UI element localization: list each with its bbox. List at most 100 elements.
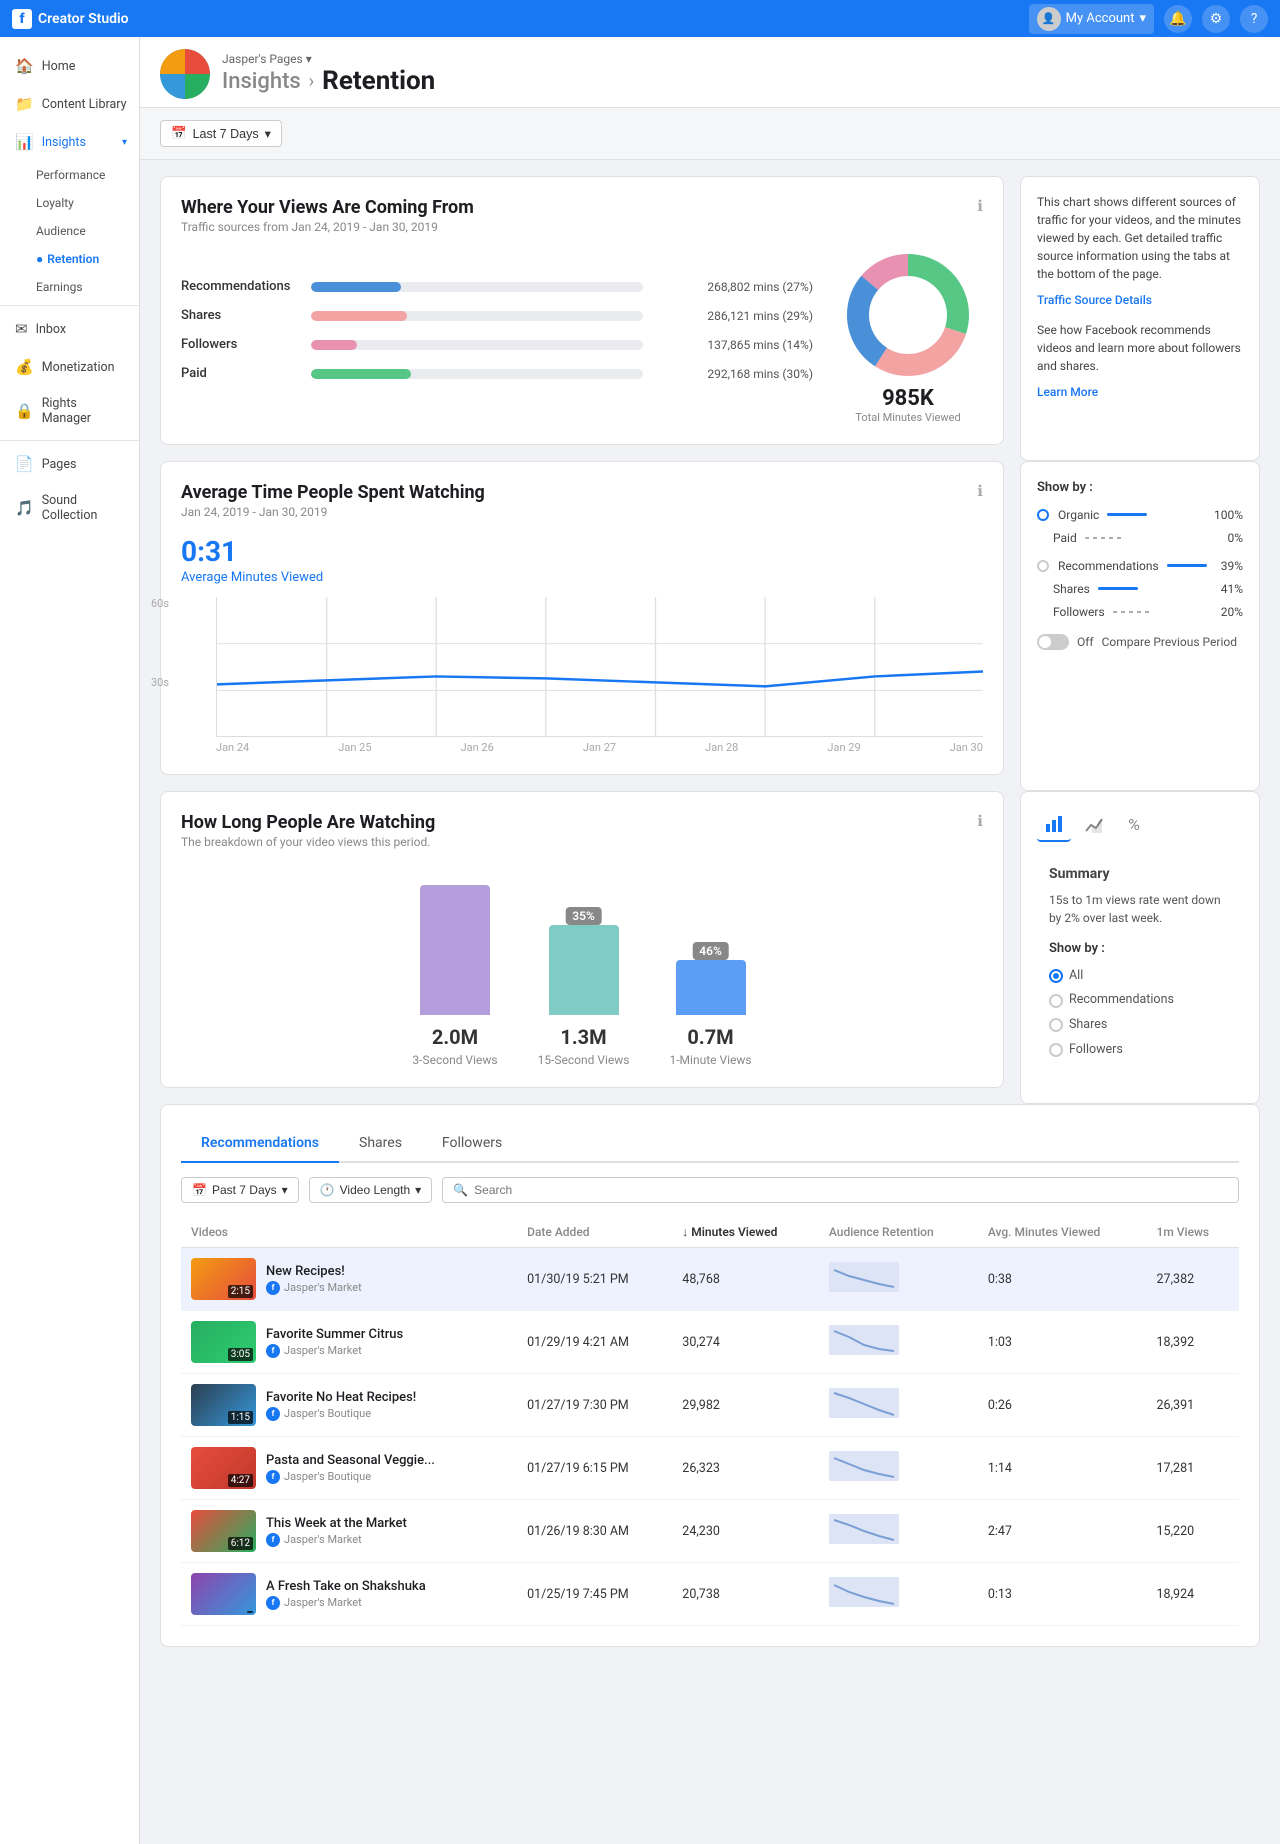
- top-nav-right: 👤 My Account ▾ 🔔 ⚙ ?: [1029, 4, 1268, 34]
- breadcrumb-arrow-icon: ›: [309, 71, 314, 92]
- tab-shares[interactable]: Shares: [339, 1125, 422, 1163]
- pct-badge-15sec: 35%: [565, 907, 602, 925]
- th-videos: Videos: [181, 1217, 517, 1248]
- traffic-label-1: Shares: [181, 308, 301, 323]
- sidebar-item-rights-manager[interactable]: 🔒 Rights Manager: [0, 386, 139, 436]
- traffic-subtitle: Traffic sources from Jan 24, 2019 - Jan …: [181, 220, 983, 234]
- traffic-label-0: Recommendations: [181, 279, 301, 294]
- td-1m-2: 26,391: [1147, 1374, 1239, 1437]
- retention-chart-3: [829, 1451, 899, 1481]
- video-page-3: f Jasper's Boutique: [266, 1470, 435, 1484]
- radio-all[interactable]: All: [1049, 967, 1231, 986]
- bar-val-15sec: 1.3M: [560, 1025, 606, 1049]
- video-meta-4: This Week at the Market f Jasper's Marke…: [266, 1516, 407, 1547]
- video-thumb-3: 4:27: [191, 1447, 256, 1489]
- traffic-value-1: 286,121 mins (29%): [653, 309, 813, 323]
- sidebar-sub-retention[interactable]: ●Retention: [24, 245, 139, 273]
- bar-col-3sec: 2.0M 3-Second Views: [412, 885, 497, 1067]
- td-date-0: 01/30/19 5:21 PM: [517, 1248, 672, 1311]
- page-badge-1: f: [266, 1344, 280, 1358]
- search-wrap: 🔍: [442, 1177, 1239, 1203]
- td-video-4: 6:12 This Week at the Market f Jasper's …: [181, 1500, 517, 1563]
- table-row: 4:27 Pasta and Seasonal Veggie... f Jasp…: [181, 1437, 1239, 1500]
- page-avatar-inner: [160, 49, 210, 99]
- compare-toggle[interactable]: [1037, 634, 1069, 650]
- page-badge-3: f: [266, 1470, 280, 1484]
- how-long-info-icon[interactable]: ℹ: [977, 812, 983, 830]
- help-button[interactable]: ?: [1240, 5, 1268, 33]
- radio-recommendations[interactable]: Recommendations: [1049, 991, 1231, 1010]
- organic-radio[interactable]: [1037, 509, 1049, 521]
- video-info-2: 1:15 Favorite No Heat Recipes! f Jasper'…: [191, 1384, 507, 1426]
- recommendations-radio[interactable]: [1037, 560, 1049, 572]
- sidebar-item-content-library[interactable]: 📁 Content Library: [0, 85, 139, 123]
- radio-recommendations-label: Recommendations: [1069, 991, 1174, 1010]
- organic-label: Organic: [1058, 506, 1099, 524]
- line-chart-container: 60s 30s: [181, 597, 983, 754]
- traffic-bars: Recommendations 268,802 mins (27%) Share…: [181, 279, 813, 395]
- x-label-jan25: Jan 25: [338, 741, 371, 754]
- percent-chart-btn[interactable]: %: [1117, 808, 1151, 842]
- sidebar-sub-earnings[interactable]: Earnings: [24, 273, 139, 301]
- learn-more-link[interactable]: Learn More: [1037, 383, 1243, 401]
- video-page-0: f Jasper's Market: [266, 1281, 362, 1295]
- page-badge-5: f: [266, 1596, 280, 1610]
- traffic-row-shares: Shares 286,121 mins (29%): [181, 308, 813, 323]
- td-retention-2: [819, 1374, 978, 1437]
- avg-time-info-icon[interactable]: ℹ: [977, 482, 983, 500]
- td-video-2: 1:15 Favorite No Heat Recipes! f Jasper'…: [181, 1374, 517, 1437]
- radio-shares[interactable]: Shares: [1049, 1016, 1231, 1035]
- search-input[interactable]: [474, 1183, 1228, 1197]
- date-filter-button[interactable]: 📅 Last 7 Days ▾: [160, 120, 282, 147]
- x-label-jan29: Jan 29: [827, 741, 860, 754]
- sidebar-item-insights[interactable]: 📊 Insights ▾: [0, 123, 139, 161]
- date-range-filter[interactable]: 📅 Past 7 Days ▾: [181, 1177, 299, 1203]
- sidebar-divider-2: [0, 440, 139, 441]
- traffic-value-0: 268,802 mins (27%): [653, 280, 813, 294]
- compare-off-label: Off: [1077, 633, 1094, 651]
- sidebar-item-home[interactable]: 🏠 Home: [0, 47, 139, 85]
- account-button[interactable]: 👤 My Account ▾: [1029, 4, 1154, 34]
- sidebar-sub-performance[interactable]: Performance: [24, 161, 139, 189]
- radio-followers[interactable]: Followers: [1049, 1041, 1231, 1060]
- traffic-source-details-link[interactable]: Traffic Source Details: [1037, 291, 1243, 309]
- calendar-icon: 📅: [171, 126, 187, 141]
- sidebar-item-pages[interactable]: 📄 Pages: [0, 445, 139, 483]
- jaspers-pages-label[interactable]: Jasper's Pages ▾: [222, 52, 435, 66]
- notifications-button[interactable]: 🔔: [1164, 5, 1192, 33]
- radio-followers-dot: [1049, 1043, 1063, 1057]
- line-chart-btn[interactable]: [1077, 808, 1111, 842]
- video-length-chevron: ▾: [415, 1183, 421, 1197]
- home-icon: 🏠: [15, 57, 34, 75]
- traffic-info-icon[interactable]: ℹ: [977, 197, 983, 215]
- td-avg-2: 0:26: [978, 1374, 1147, 1437]
- bar-1min-wrap: 46%: [676, 960, 746, 1015]
- traffic-side-text2: See how Facebook recommends videos and l…: [1037, 321, 1243, 375]
- settings-button[interactable]: ⚙: [1202, 5, 1230, 33]
- sound-collection-icon: 🎵: [15, 499, 34, 517]
- td-minutes-4: 24,230: [672, 1500, 819, 1563]
- table-head: Videos Date Added ↓ Minutes Viewed Audie…: [181, 1217, 1239, 1248]
- table-row: 3:05 Favorite Summer Citrus f Jasper's M…: [181, 1311, 1239, 1374]
- how-long-card: ℹ How Long People Are Watching The break…: [160, 791, 1004, 1088]
- tab-recommendations[interactable]: Recommendations: [181, 1125, 339, 1163]
- sidebar-sub-audience[interactable]: Audience: [24, 217, 139, 245]
- td-video-3: 4:27 Pasta and Seasonal Veggie... f Jasp…: [181, 1437, 517, 1500]
- th-minutes[interactable]: ↓ Minutes Viewed: [672, 1217, 819, 1248]
- video-duration-5: [247, 1611, 253, 1613]
- sidebar-item-inbox[interactable]: ✉ Inbox: [0, 310, 139, 348]
- video-meta-3: Pasta and Seasonal Veggie... f Jasper's …: [266, 1453, 435, 1484]
- bar-15sec-wrap: 35%: [549, 925, 619, 1015]
- donut-chart-wrap: 985K Total Minutes Viewed: [833, 250, 983, 424]
- bar-chart-btn[interactable]: [1037, 808, 1071, 842]
- video-length-filter[interactable]: 🕐 Video Length ▾: [309, 1177, 433, 1203]
- video-info-1: 3:05 Favorite Summer Citrus f Jasper's M…: [191, 1321, 507, 1363]
- summary-box: Summary 15s to 1m views rate went down b…: [1037, 852, 1243, 1078]
- recommendations-legend: [1167, 564, 1207, 567]
- sidebar-item-monetization[interactable]: 💰 Monetization: [0, 348, 139, 386]
- td-1m-1: 18,392: [1147, 1311, 1239, 1374]
- sidebar-sub-loyalty[interactable]: Loyalty: [24, 189, 139, 217]
- sidebar-item-sound-collection[interactable]: 🎵 Sound Collection: [0, 483, 139, 533]
- tab-followers[interactable]: Followers: [422, 1125, 522, 1163]
- avg-minutes-label[interactable]: Average Minutes Viewed: [181, 570, 983, 585]
